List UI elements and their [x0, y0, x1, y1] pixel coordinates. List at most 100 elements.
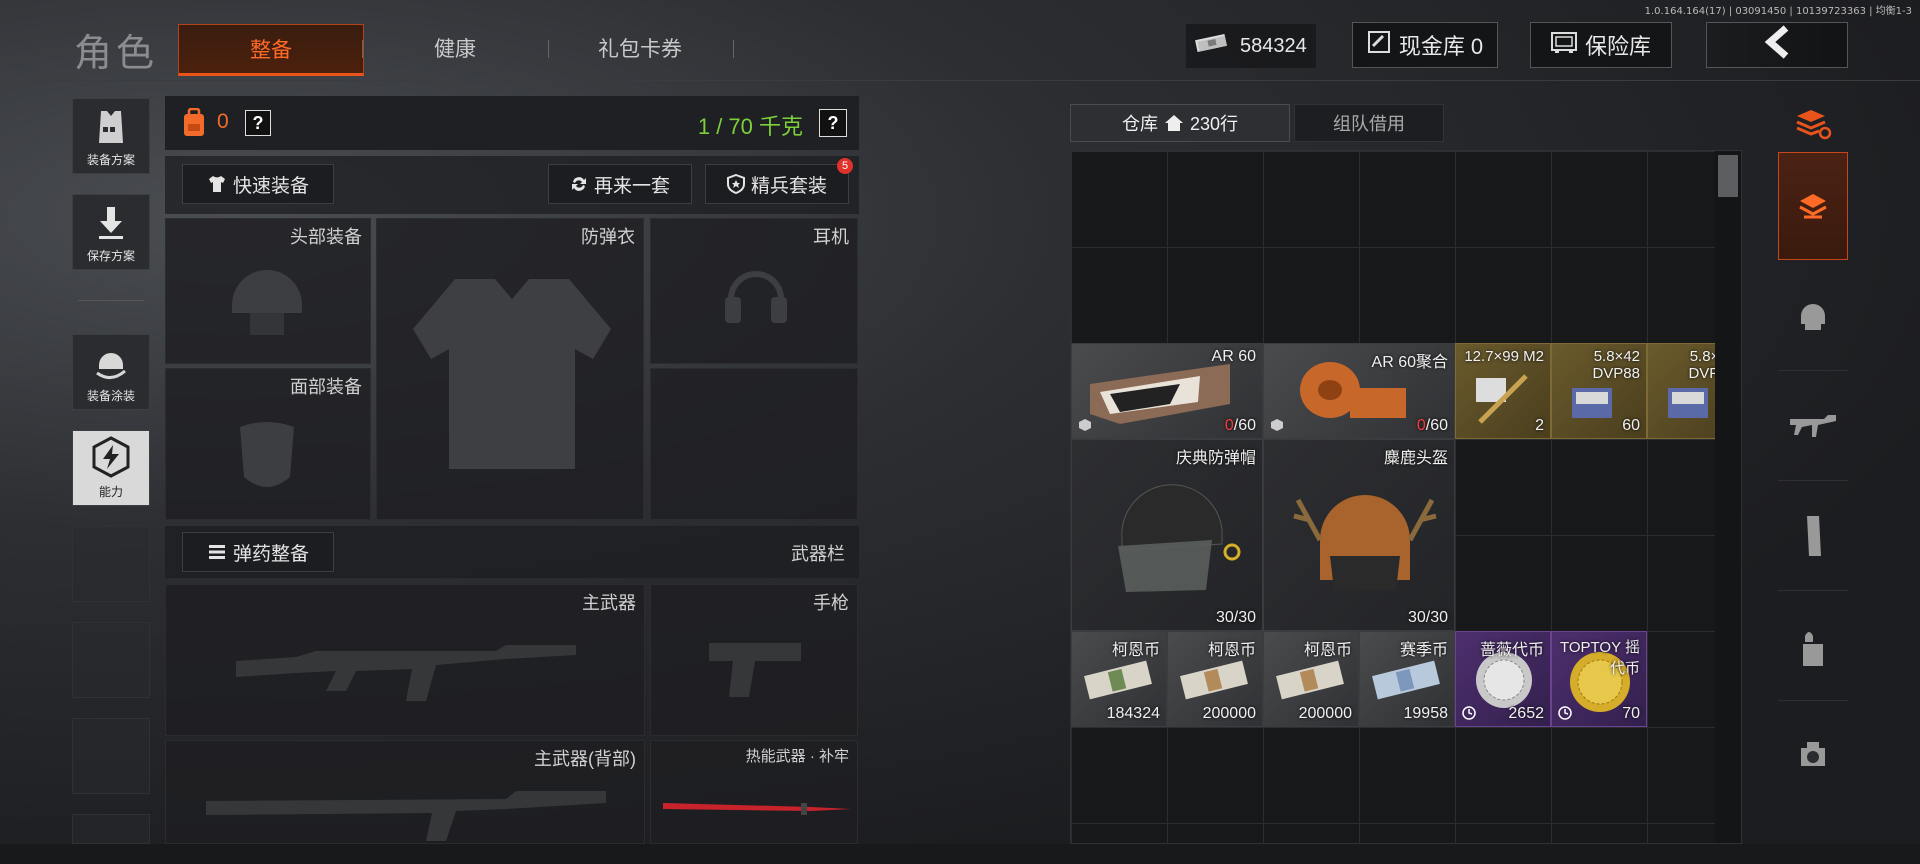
- inventory-item[interactable]: 柯恩币 200000: [1263, 631, 1359, 727]
- elite-set-button[interactable]: 精兵套装: [705, 164, 849, 204]
- rifle-silhouette-icon: [206, 791, 606, 841]
- item-qty-max: /60: [1425, 417, 1448, 434]
- rail-save-plan[interactable]: 保存方案: [72, 194, 150, 270]
- storage-tab-label: 仓库: [1121, 114, 1158, 134]
- help-icon[interactable]: ?: [245, 110, 271, 136]
- filter-weapons[interactable]: [1778, 372, 1848, 481]
- item-name: 麋鹿头盔: [1383, 450, 1448, 467]
- filter-ammo[interactable]: [1778, 592, 1848, 701]
- back-button[interactable]: [1706, 22, 1848, 68]
- ammo-equip-label: 弹药整备: [232, 543, 309, 565]
- vest-loadout-icon: [99, 111, 123, 143]
- item-name: 5.8×42 DVP88: [1592, 348, 1640, 382]
- inventory-item[interactable]: 柯恩币 200000: [1167, 631, 1263, 727]
- inventory-item[interactable]: AR 60聚合 0/60: [1263, 343, 1455, 439]
- item-qty: 0/60: [1225, 417, 1256, 435]
- inventory-item[interactable]: 赛季币 19958: [1359, 631, 1455, 727]
- bottom-bar: [0, 844, 1920, 864]
- download-icon: [99, 207, 123, 239]
- slot-melee[interactable]: 热能武器 · 补牢: [650, 740, 858, 844]
- page-title: 角色: [74, 33, 159, 75]
- lightning-hex-icon: [92, 436, 130, 478]
- slot-pistol[interactable]: 手枪: [650, 584, 858, 736]
- inventory-item[interactable]: 5.8×42 DVP88 60: [1551, 343, 1647, 439]
- ammo-box-icon: [1476, 374, 1528, 424]
- shield-icon: [726, 174, 745, 194]
- slot-label: 热能武器 · 补牢: [745, 748, 849, 765]
- quick-equip-button[interactable]: 快速装备: [182, 164, 334, 204]
- slot-label: 头部装备: [290, 227, 362, 247]
- inventory-item[interactable]: 蔷薇代币 2652: [1455, 631, 1551, 727]
- inventory-item[interactable]: 麋鹿头盔 30/30: [1263, 439, 1455, 631]
- retry-set-button[interactable]: 再来一套: [548, 164, 692, 204]
- item-name: 蔷薇代币: [1479, 642, 1544, 659]
- slot-headset[interactable]: 耳机: [650, 218, 858, 364]
- shirt-icon: [208, 176, 225, 192]
- tab-divider: [362, 40, 363, 58]
- rail-label: 保存方案: [86, 249, 135, 263]
- version-info: 1.0.164.164(17) | 03091450 | 10139723363…: [1644, 6, 1912, 17]
- scrollbar-thumb[interactable]: [1718, 155, 1738, 197]
- rail-empty-slot: [72, 622, 150, 698]
- item-name: 柯恩币: [1111, 642, 1160, 659]
- filter-all[interactable]: [1778, 152, 1848, 260]
- item-qty: 70: [1622, 705, 1640, 722]
- armor-icon: [1801, 304, 1825, 330]
- inventory-item[interactable]: 12.7×99 M2 2: [1455, 343, 1551, 439]
- inventory-item[interactable]: 庆典防弹帽 30/30: [1071, 439, 1263, 631]
- rail-ability[interactable]: 能力: [72, 430, 150, 506]
- rail-loadout-plans[interactable]: 装备方案: [72, 98, 150, 174]
- help-icon[interactable]: ?: [819, 109, 847, 137]
- inventory-grid[interactable]: AR 60 0/60 AR 60聚合 0/60 12.7×99 M2 2 5.8…: [1070, 150, 1742, 844]
- filter-magazines[interactable]: [1778, 482, 1848, 591]
- clock-icon: [1462, 706, 1476, 720]
- item-name: 12.7×99 M2: [1464, 348, 1544, 365]
- tab-equip[interactable]: 整备: [178, 24, 364, 76]
- inventory-item[interactable]: TOPTOY 摇代币 70: [1551, 631, 1647, 727]
- cash-stack-icon: [1084, 660, 1152, 700]
- rail-paint[interactable]: 装备涂装: [72, 334, 150, 410]
- item-qty: 19958: [1403, 705, 1449, 722]
- tab-team-borrow[interactable]: 组队借用: [1294, 104, 1444, 142]
- item-qty: 60: [1622, 417, 1640, 434]
- helmet-silhouette-icon: [232, 270, 302, 335]
- item-qty-current: 0: [1224, 417, 1234, 434]
- equip-actions-bar: 快速装备 再来一套 精兵套装 5: [165, 156, 859, 214]
- cash-stack-icon: [1194, 31, 1230, 61]
- item-name: AR 60: [1211, 348, 1256, 365]
- pistol-silhouette-icon: [709, 643, 801, 697]
- rail-empty-slot: [72, 718, 150, 794]
- tab-gift-cards[interactable]: 礼包卡券: [560, 24, 720, 72]
- scrollbar-track[interactable]: [1715, 151, 1741, 843]
- slot-label: 主武器: [582, 593, 636, 613]
- slot-face[interactable]: 面部装备: [165, 368, 371, 520]
- filter-attachments[interactable]: [1778, 702, 1848, 810]
- slot-label: 手枪: [813, 593, 849, 613]
- ammo-equip-button[interactable]: 弹药整备: [182, 532, 334, 572]
- slot-primary-weapon-back[interactable]: 主武器(背部): [165, 740, 645, 844]
- insurance-button[interactable]: 保险库: [1530, 22, 1672, 68]
- slot-armor[interactable]: 防弹衣: [376, 218, 644, 520]
- tab-health[interactable]: 健康: [380, 24, 530, 72]
- filter-armor[interactable]: [1778, 262, 1848, 371]
- quick-equip-label: 快速装备: [232, 175, 309, 197]
- slot-label: 主武器(背部): [534, 749, 636, 769]
- face-mask-silhouette-icon: [240, 422, 294, 487]
- cash-vault-button[interactable]: 现金库 0: [1352, 22, 1498, 68]
- item-qty: 30/30: [1407, 609, 1448, 626]
- slot-label: 防弹衣: [581, 227, 635, 247]
- slot-primary-weapon[interactable]: 主武器: [165, 584, 645, 736]
- tab-storage[interactable]: 仓库 230行: [1070, 104, 1290, 142]
- item-name: 柯恩币: [1207, 642, 1256, 659]
- backpack-count: 0: [217, 110, 229, 133]
- money-amount: 584324: [1240, 34, 1307, 57]
- weapon-bar-label: 武器栏: [791, 544, 845, 564]
- slot-head[interactable]: 头部装备: [165, 218, 371, 364]
- weight-display: 1 / 70 千克: [697, 114, 803, 139]
- item-qty: 200000: [1298, 705, 1352, 722]
- katana-icon: [663, 803, 851, 815]
- inventory-item[interactable]: AR 60 0/60: [1071, 343, 1263, 439]
- weapon-bar-header: 弹药整备 武器栏: [165, 526, 859, 578]
- inventory-item[interactable]: 柯恩币 184324: [1071, 631, 1167, 727]
- sort-button[interactable]: [1778, 96, 1848, 150]
